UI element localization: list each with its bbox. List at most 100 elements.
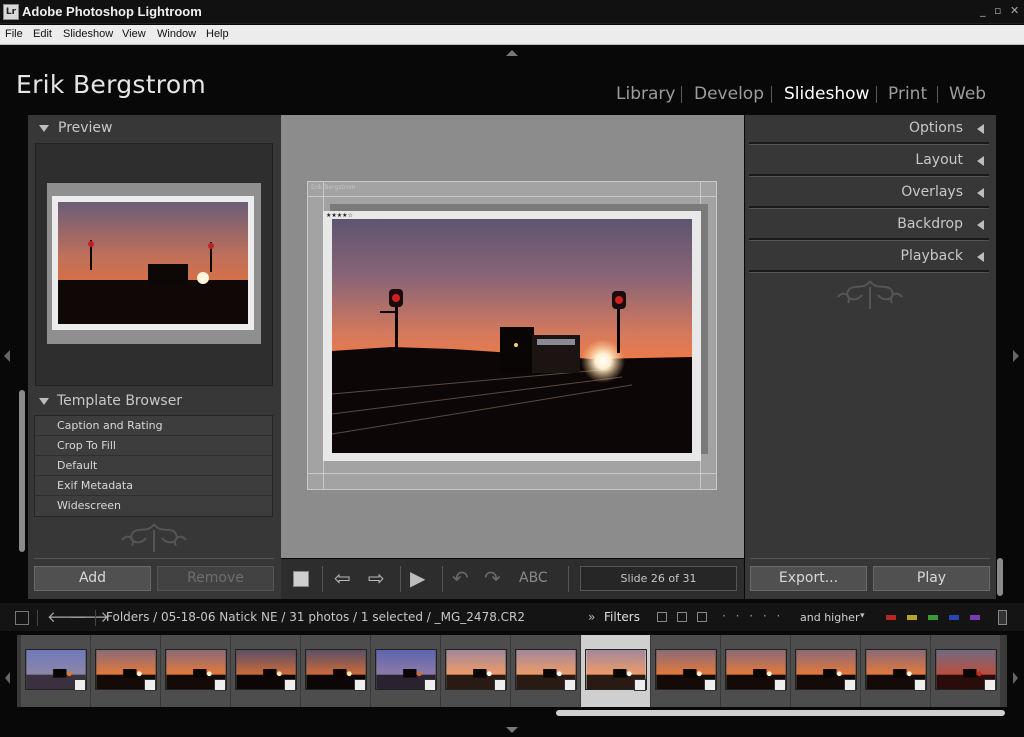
rating-mode-dropdown[interactable]: and higher bbox=[800, 611, 859, 624]
module-slideshow[interactable]: Slideshow bbox=[784, 84, 869, 104]
backdrop-panel-header[interactable]: Backdrop bbox=[760, 216, 963, 232]
disclosure-left-icon[interactable] bbox=[977, 156, 984, 166]
flag-filter-icon[interactable] bbox=[657, 612, 667, 622]
menu-view[interactable]: View bbox=[122, 28, 146, 40]
filmstrip-thumbnail[interactable] bbox=[860, 635, 930, 707]
template-item[interactable]: Exif Metadata bbox=[35, 476, 272, 496]
divider bbox=[568, 566, 569, 592]
filmstrip-thumbnail[interactable] bbox=[720, 635, 790, 707]
export-button[interactable]: Export... bbox=[750, 566, 867, 591]
grid-view-icon[interactable] bbox=[15, 611, 29, 625]
filmstrip-thumbnail[interactable] bbox=[510, 635, 580, 707]
menu-slideshow[interactable]: Slideshow bbox=[63, 28, 113, 40]
develop-settings-badge-icon bbox=[284, 679, 296, 691]
reject-filter-icon[interactable] bbox=[697, 612, 707, 622]
chevron-down-icon[interactable]: ▾ bbox=[860, 611, 865, 621]
filter-toggle-icon[interactable] bbox=[998, 610, 1007, 625]
template-item[interactable]: Widescreen bbox=[35, 496, 272, 516]
filmstrip-thumbnail[interactable] bbox=[90, 635, 160, 707]
filmstrip-thumbnail[interactable] bbox=[930, 635, 1000, 707]
play-preview-icon[interactable]: ▶ bbox=[410, 566, 425, 590]
red-label-filter[interactable] bbox=[886, 615, 896, 620]
rotate-right-icon[interactable]: ↷ bbox=[484, 566, 501, 590]
filters-chevron-icon[interactable]: » bbox=[588, 610, 595, 624]
disclosure-left-icon[interactable] bbox=[977, 188, 984, 198]
menu-help[interactable]: Help bbox=[206, 28, 229, 40]
title-bar: Lr Adobe Photoshop Lightroom _ ▫ ✕ bbox=[0, 0, 1024, 24]
slide-photo[interactable] bbox=[332, 219, 692, 453]
develop-settings-badge-icon bbox=[214, 679, 226, 691]
collapse-left-panel-icon[interactable] bbox=[4, 350, 10, 362]
purple-label-filter[interactable] bbox=[970, 615, 980, 620]
next-slide-icon[interactable]: ⇨ bbox=[368, 566, 385, 590]
options-panel-header[interactable]: Options bbox=[760, 120, 963, 136]
rating-filter-dots[interactable]: · · · · · bbox=[722, 609, 783, 623]
layout-panel-header[interactable]: Layout bbox=[760, 152, 963, 168]
close-icon[interactable]: ✕ bbox=[1010, 4, 1019, 17]
collapse-right-panel-icon[interactable] bbox=[1013, 350, 1019, 362]
filmstrip-thumbnail[interactable] bbox=[440, 635, 510, 707]
yellow-label-filter[interactable] bbox=[907, 615, 917, 620]
previous-slide-icon[interactable]: ⇦ bbox=[334, 566, 351, 590]
menu-window[interactable]: Window bbox=[157, 28, 196, 40]
ornament-icon bbox=[121, 523, 187, 552]
preview-panel-header[interactable]: Preview bbox=[58, 120, 113, 136]
template-item[interactable]: Default bbox=[35, 456, 272, 476]
filmstrip-scroll-right-icon[interactable] bbox=[1013, 672, 1018, 684]
restore-icon[interactable]: ▫ bbox=[994, 4, 1001, 17]
overlays-panel-header[interactable]: Overlays bbox=[760, 184, 963, 200]
filmstrip-thumbnail[interactable] bbox=[160, 635, 230, 707]
divider bbox=[37, 610, 38, 626]
filmstrip-thumbnail[interactable] bbox=[20, 635, 90, 707]
disclosure-left-icon[interactable] bbox=[977, 220, 984, 230]
filmstrip-thumbnail[interactable] bbox=[580, 635, 650, 707]
slide-identity-plate[interactable]: Erik Bergstrom bbox=[311, 184, 356, 191]
stop-icon[interactable] bbox=[293, 571, 309, 587]
filmstrip-thumbnail[interactable] bbox=[650, 635, 720, 707]
module-print[interactable]: Print bbox=[888, 84, 927, 104]
collapse-filmstrip-icon[interactable] bbox=[506, 727, 518, 733]
menu-file[interactable]: File bbox=[5, 28, 23, 40]
remove-template-button[interactable]: Remove bbox=[157, 566, 274, 591]
right-panel-scrollbar[interactable] bbox=[997, 558, 1003, 596]
collapse-top-panel-icon[interactable] bbox=[506, 50, 518, 56]
green-label-filter[interactable] bbox=[928, 615, 938, 620]
template-item[interactable]: Crop To Fill bbox=[35, 436, 272, 456]
add-template-button[interactable]: Add bbox=[34, 566, 151, 591]
filmstrip-source-path[interactable]: Folders / 05-18-06 Natick NE / 31 photos… bbox=[106, 610, 525, 624]
filmstrip-scrollbar[interactable] bbox=[556, 710, 1005, 716]
rotate-left-icon[interactable]: ↶ bbox=[452, 566, 469, 590]
filmstrip-thumbnail[interactable] bbox=[230, 635, 300, 707]
blue-label-filter[interactable] bbox=[949, 615, 959, 620]
left-panel-scrollbar[interactable] bbox=[19, 390, 25, 552]
disclosure-left-icon[interactable] bbox=[977, 252, 984, 262]
filmstrip-scroll-left-icon[interactable] bbox=[5, 672, 10, 684]
develop-settings-badge-icon bbox=[844, 679, 856, 691]
slide-star-rating[interactable]: ★★★★☆ bbox=[326, 212, 353, 219]
add-text-overlay-button[interactable]: ABC bbox=[519, 570, 548, 586]
template-item[interactable]: Caption and Rating bbox=[35, 416, 272, 436]
divider bbox=[34, 558, 274, 559]
filmstrip-thumbnail[interactable] bbox=[370, 635, 440, 707]
filmstrip-thumbnail[interactable] bbox=[300, 635, 370, 707]
filters-label[interactable]: Filters bbox=[604, 610, 640, 624]
template-browser-header[interactable]: Template Browser bbox=[57, 393, 182, 409]
disclosure-down-icon[interactable] bbox=[39, 398, 49, 405]
playback-panel-header[interactable]: Playback bbox=[760, 248, 963, 264]
window-title: Adobe Photoshop Lightroom bbox=[22, 4, 202, 19]
minimize-icon[interactable]: _ bbox=[980, 4, 986, 17]
flag-filter-icon[interactable] bbox=[677, 612, 687, 622]
disclosure-left-icon[interactable] bbox=[977, 124, 984, 134]
module-library[interactable]: Library bbox=[616, 84, 675, 104]
play-button[interactable]: Play bbox=[873, 566, 990, 591]
module-web[interactable]: Web bbox=[949, 84, 986, 104]
develop-settings-badge-icon bbox=[984, 679, 996, 691]
forward-arrow-icon[interactable]: 🡒 bbox=[69, 607, 109, 626]
panel-divider bbox=[749, 206, 989, 209]
module-separator bbox=[937, 86, 938, 103]
filmstrip-thumbnail[interactable] bbox=[790, 635, 860, 707]
disclosure-down-icon[interactable] bbox=[39, 125, 49, 132]
menu-edit[interactable]: Edit bbox=[33, 28, 52, 40]
module-develop[interactable]: Develop bbox=[694, 84, 764, 104]
develop-settings-badge-icon bbox=[564, 679, 576, 691]
